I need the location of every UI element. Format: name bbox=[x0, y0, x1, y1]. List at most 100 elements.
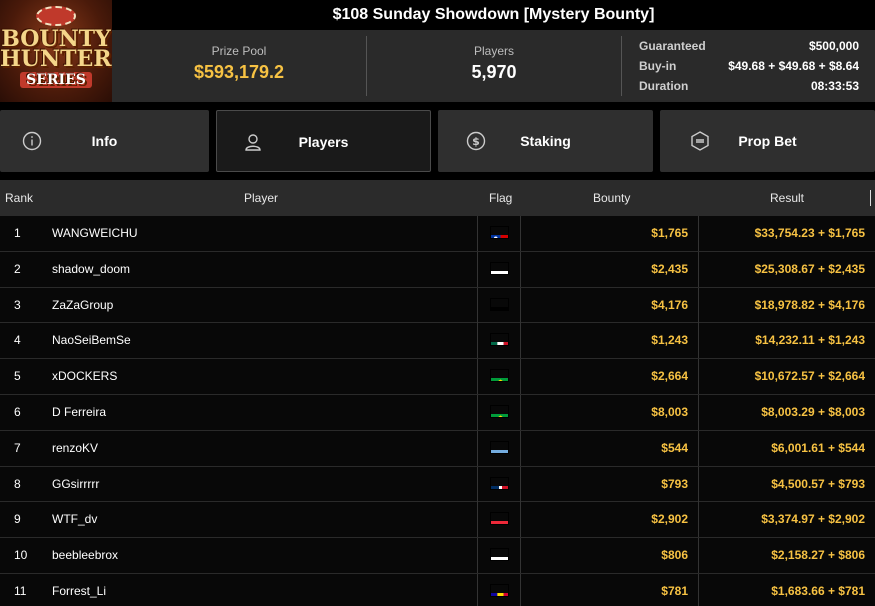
player-name-cell: ZaZaGroup bbox=[52, 297, 114, 312]
duration-row: Duration 08:33:53 bbox=[639, 76, 859, 96]
table-row[interactable]: 2 shadow_doom $2,435 $25,308.67 + $2,435 bbox=[0, 251, 875, 288]
column-rank[interactable]: Rank bbox=[5, 180, 33, 216]
flag-cell bbox=[477, 430, 521, 466]
player-name-cell: beebleebrox bbox=[52, 548, 119, 563]
table-row[interactable]: 5 xDOCKERS $2,664 $10,672.57 + $2,664 bbox=[0, 359, 875, 395]
bounty-cell: $4,176 bbox=[651, 297, 688, 312]
flag-cell bbox=[477, 573, 521, 606]
players-table-body: 1 WANGWEICHU $1,765 $33,754.23 + $1,765 2 sha… bbox=[0, 216, 875, 606]
column-bounty[interactable]: Bounty bbox=[593, 180, 630, 216]
dominican-republic-flag-icon bbox=[490, 476, 509, 490]
flag-cell bbox=[477, 466, 521, 502]
guaranteed-value: $500,000 bbox=[808, 39, 859, 53]
tournament-title: $108 Sunday Showdown [Mystery Bounty] bbox=[112, 0, 875, 30]
column-resize-handle[interactable] bbox=[870, 190, 871, 206]
player-name-cell: NaoSeiBemSe bbox=[52, 333, 131, 348]
flag-cell bbox=[477, 323, 521, 359]
flag-cell bbox=[477, 538, 521, 574]
rank-cell: 1 bbox=[14, 226, 21, 240]
rank-cell: 4 bbox=[14, 333, 21, 348]
guaranteed-label: Guaranteed bbox=[639, 39, 706, 53]
table-row[interactable]: 4 NaoSeiBemSe $1,243 $14,232.11 + $1,243 bbox=[0, 323, 875, 360]
rank-cell: 7 bbox=[14, 440, 21, 455]
player-name-cell: renzoKV bbox=[52, 440, 99, 455]
result-cell: $14,232.11 + $1,243 bbox=[755, 333, 865, 348]
player-name-cell: GGsirrrrr bbox=[52, 476, 100, 491]
andorra-flag-icon bbox=[490, 583, 509, 597]
player-name-cell: WANGWEICHU bbox=[52, 226, 138, 240]
tab-info[interactable]: Info bbox=[0, 110, 209, 172]
column-player[interactable]: Player bbox=[244, 180, 278, 216]
argentina-flag-icon bbox=[490, 440, 509, 454]
players-stat: Players 5,970 bbox=[367, 30, 621, 102]
result-cell: $3,374.97 + $2,902 bbox=[761, 512, 865, 527]
result-cell: $8,003.29 + $8,003 bbox=[761, 404, 865, 419]
series-logo: BOUNTY HUNTERS SERIES bbox=[0, 0, 112, 102]
rank-cell: 10 bbox=[14, 548, 28, 563]
taiwan-flag-icon bbox=[490, 226, 509, 239]
result-cell: $33,754.23 + $1,765 bbox=[754, 226, 865, 240]
rank-cell: 8 bbox=[14, 476, 21, 491]
result-cell: $6,001.61 + $544 bbox=[771, 440, 865, 455]
brazil-flag-icon bbox=[490, 369, 509, 383]
table-row[interactable]: 1 WANGWEICHU $1,765 $33,754.23 + $1,765 bbox=[0, 216, 875, 252]
player-name-cell: WTF_dv bbox=[52, 512, 98, 527]
buyin-label: Buy-in bbox=[639, 59, 677, 73]
bounty-cell: $544 bbox=[661, 440, 688, 455]
result-cell: $18,978.82 + $4,176 bbox=[754, 297, 865, 312]
flag-cell bbox=[477, 216, 521, 251]
brazil-flag-icon bbox=[490, 404, 509, 418]
duration-value: 08:33:53 bbox=[810, 79, 859, 93]
bounty-cell: $806 bbox=[661, 548, 688, 563]
tab-staking[interactable]: $ Staking bbox=[438, 110, 653, 172]
table-row[interactable]: 11 Forrest_Li $781 $1,683.66 + $781 bbox=[0, 573, 875, 606]
players-table-header: Rank Player Flag Bounty Result bbox=[0, 180, 875, 216]
tab-players-label: Players bbox=[298, 134, 349, 150]
rank-cell: 11 bbox=[14, 583, 27, 598]
cyprus-flag-icon bbox=[490, 548, 509, 562]
guaranteed-row: Guaranteed $500,000 bbox=[639, 36, 859, 56]
column-flag[interactable]: Flag bbox=[489, 180, 512, 216]
bounty-cell: $2,664 bbox=[651, 369, 688, 384]
logo-line-3: SERIES bbox=[0, 72, 112, 88]
rank-cell: 3 bbox=[14, 297, 21, 312]
germany-flag-icon bbox=[490, 297, 509, 311]
table-row[interactable]: 8 GGsirrrrr $793 $4,500.57 + $793 bbox=[0, 466, 875, 503]
duration-label: Duration bbox=[639, 79, 689, 93]
tab-players[interactable]: Players bbox=[216, 110, 431, 172]
bounty-cell: $1,243 bbox=[651, 333, 688, 348]
player-name-cell: shadow_doom bbox=[52, 261, 131, 276]
result-cell: $4,500.57 + $793 bbox=[771, 476, 865, 491]
tournament-details: Guaranteed $500,000 Buy-in $49.68 + $49.… bbox=[639, 36, 859, 96]
rank-cell: 2 bbox=[14, 261, 21, 276]
rank-cell: 6 bbox=[14, 404, 21, 419]
tab-prop-bet-label: Prop Bet bbox=[738, 133, 797, 149]
flag-cell bbox=[477, 394, 521, 430]
mexico-flag-icon bbox=[490, 333, 509, 347]
bounty-cell: $2,902 bbox=[651, 512, 688, 527]
players-label: Players bbox=[473, 44, 514, 58]
tab-info-label: Info bbox=[91, 133, 118, 149]
poker-chip-icon bbox=[36, 6, 76, 26]
russia-flag-icon bbox=[490, 261, 509, 275]
table-row[interactable]: 10 beebleebrox $806 $2,158.27 + $806 bbox=[0, 538, 875, 574]
prize-pool-label: Prize Pool bbox=[211, 44, 267, 58]
logo-series-badge: SERIES bbox=[20, 72, 92, 88]
flag-cell bbox=[477, 287, 521, 323]
table-row[interactable]: 7 renzoKV $544 $6,001.61 + $544 bbox=[0, 430, 875, 467]
player-name-cell: Forrest_Li bbox=[52, 583, 107, 598]
result-cell: $25,308.67 + $2,435 bbox=[754, 261, 865, 276]
bounty-cell: $2,435 bbox=[651, 261, 688, 276]
prize-pool-value: $593,179.2 bbox=[193, 62, 285, 82]
austria-flag-icon bbox=[490, 512, 509, 526]
table-row[interactable]: 6 D Ferreira $8,003 $8,003.29 + $8,003 bbox=[0, 394, 875, 431]
players-value: 5,970 bbox=[471, 62, 517, 82]
table-row[interactable]: 3 ZaZaGroup $4,176 $18,978.82 + $4,176 bbox=[0, 287, 875, 324]
column-result[interactable]: Result bbox=[770, 180, 804, 216]
divider bbox=[621, 36, 622, 96]
table-row[interactable]: 9 WTF_dv $2,902 $3,374.97 + $2,902 bbox=[0, 502, 875, 539]
rank-cell: 5 bbox=[14, 369, 21, 384]
tab-prop-bet[interactable]: Prop Bet bbox=[660, 110, 875, 172]
bounty-cell: $781 bbox=[661, 583, 688, 598]
flag-cell bbox=[477, 359, 521, 395]
